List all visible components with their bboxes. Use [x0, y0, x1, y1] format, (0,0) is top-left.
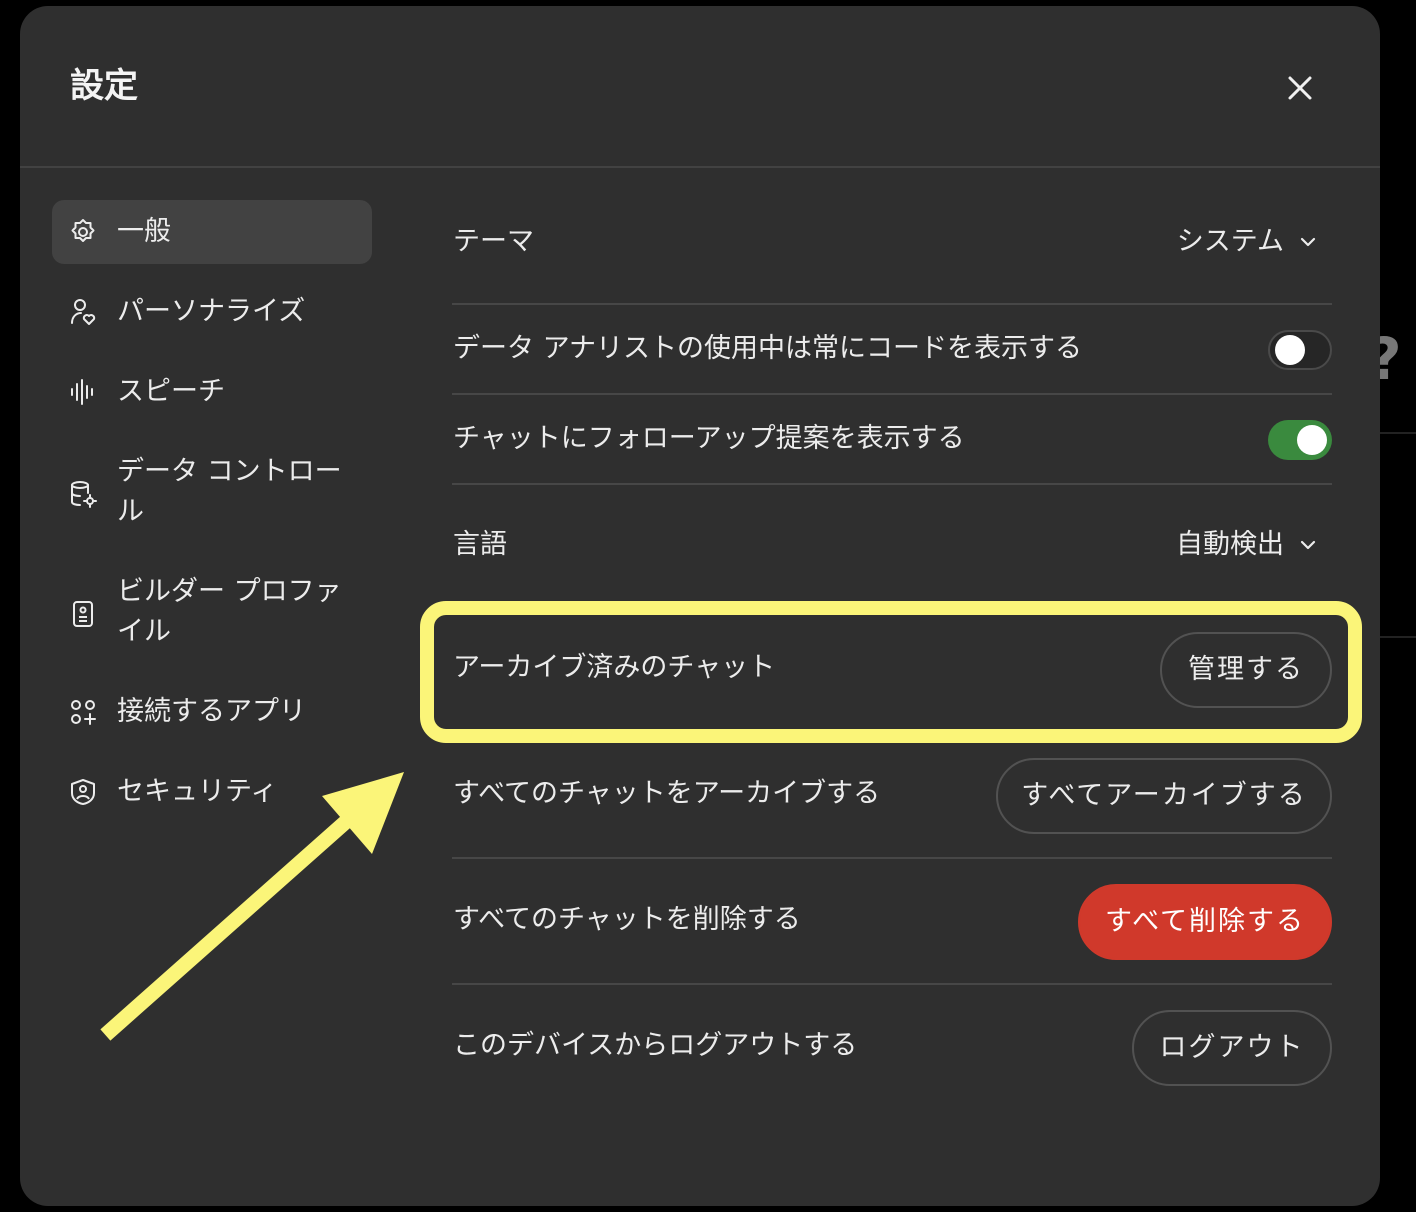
background-divider [1380, 636, 1416, 638]
background-divider [1380, 432, 1416, 434]
settings-modal: 設定 一般 パーソナライズ スピーチ データ コントロール ビルダー プロファイ… [20, 6, 1380, 1206]
arrow-icon [100, 772, 404, 1041]
